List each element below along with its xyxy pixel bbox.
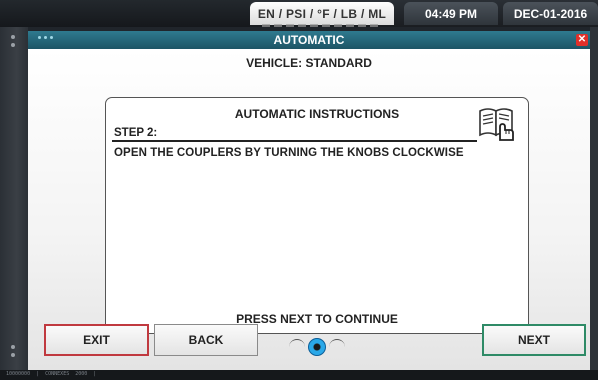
frame-dot [11, 35, 15, 39]
window-title: AUTOMATIC [273, 33, 345, 47]
status-bar: EN / PSI / °F / LB / ML 04:49 PM DEC-01-… [0, 0, 598, 27]
step-label: STEP 2: [114, 127, 158, 139]
frame-dot [11, 353, 15, 357]
manual-book-icon[interactable] [478, 105, 516, 141]
page-dot-active[interactable] [308, 338, 326, 356]
step-pager [282, 336, 352, 358]
units-indicator [262, 24, 382, 27]
next-button[interactable]: NEXT [482, 324, 586, 356]
date-display: DEC-01-2016 [503, 2, 598, 25]
close-icon[interactable]: ✕ [576, 34, 588, 46]
exit-button[interactable]: EXIT [44, 324, 149, 356]
status-bar-fill [0, 0, 250, 27]
frame-dot [11, 43, 15, 47]
units-tab[interactable]: EN / PSI / °F / LB / ML [250, 2, 394, 25]
instructions-panel: AUTOMATIC INSTRUCTIONS STEP 2: OPEN THE … [105, 97, 529, 334]
panel-title: AUTOMATIC INSTRUCTIONS [234, 107, 400, 121]
page-dot[interactable] [329, 339, 345, 355]
main-content: VEHICLE: STANDARD AUTOMATIC INSTRUCTIONS… [28, 49, 590, 370]
vehicle-label: VEHICLE: STANDARD [246, 56, 372, 70]
time-display: 04:49 PM [404, 2, 498, 25]
page-dot[interactable] [289, 339, 305, 355]
back-button[interactable]: BACK [154, 324, 258, 356]
instruction-text: OPEN THE COUPLERS BY TURNING THE KNOBS C… [114, 147, 464, 159]
right-frame [590, 27, 598, 370]
footer-bar: 10000000 | CONNEXES 2000 | [0, 370, 598, 380]
left-frame [0, 27, 28, 370]
window-title-bar: AUTOMATIC ✕ [28, 31, 590, 49]
step-divider [112, 140, 477, 142]
frame-dot [11, 345, 15, 349]
footer-text: 10000000 | CONNEXES 2000 | [6, 371, 97, 377]
app-screen: EN / PSI / °F / LB / ML 04:49 PM DEC-01-… [0, 0, 598, 380]
